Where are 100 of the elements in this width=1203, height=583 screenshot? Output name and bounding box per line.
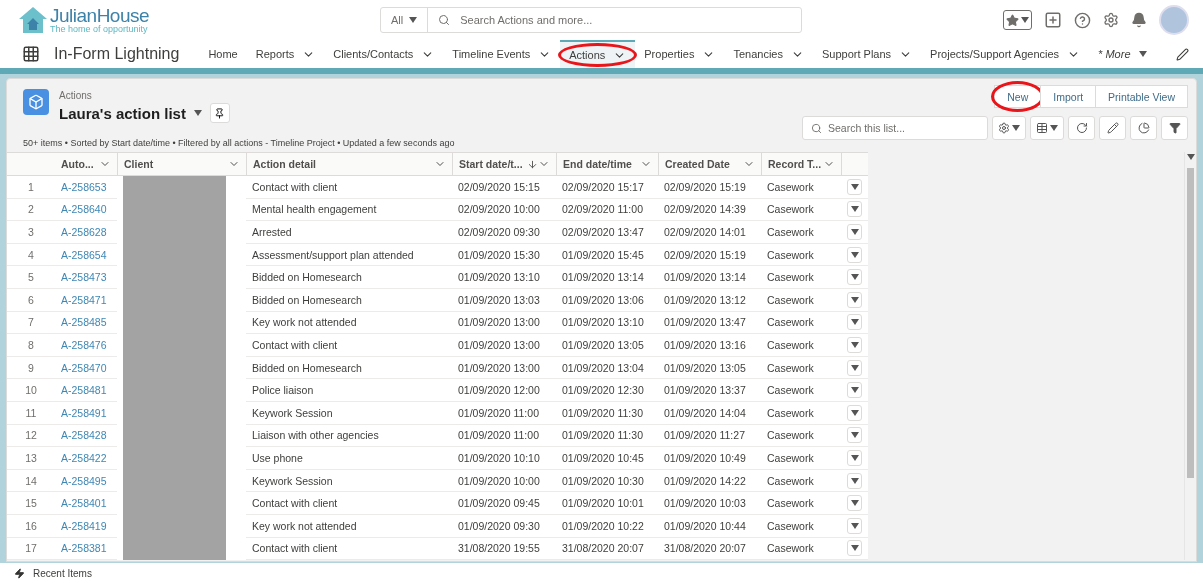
row-menu-button[interactable] <box>847 224 862 240</box>
caret-icon <box>193 110 202 116</box>
search-icon <box>438 14 451 26</box>
record-link[interactable]: A-258422 <box>61 451 107 464</box>
nav-tab[interactable]: Home <box>199 40 247 68</box>
edit-icon[interactable] <box>1176 47 1189 61</box>
record-link[interactable]: A-258428 <box>61 429 107 442</box>
object-label: Actions <box>59 90 92 101</box>
caret-icon <box>850 319 859 326</box>
table-cell: Casework <box>761 288 841 312</box>
filter-icon <box>1168 122 1181 134</box>
search-placeholder: Search this list... <box>828 122 906 134</box>
row-menu-button[interactable] <box>847 517 862 534</box>
more-menu[interactable]: * More <box>1089 48 1156 60</box>
global-search-field[interactable]: All Search Actions and more... <box>380 7 802 33</box>
scope-dropdown[interactable]: All <box>381 8 429 32</box>
row-menu-button[interactable] <box>847 472 862 489</box>
table-cell: 01/09/2020 13:05 <box>658 356 761 380</box>
nav-tab[interactable]: Reports <box>246 40 325 68</box>
add-icon[interactable] <box>1044 11 1062 29</box>
row-menu-button[interactable] <box>847 427 862 444</box>
table-cell: 01/09/2020 10:22 <box>556 514 658 538</box>
nav-tab[interactable]: Clients/Contacts <box>324 40 444 68</box>
table-cell: Casework <box>761 469 841 493</box>
row-menu-button[interactable] <box>847 359 862 376</box>
display-menu-button[interactable] <box>1030 116 1064 140</box>
column-header[interactable]: Created Date <box>658 152 761 176</box>
row-menu-button[interactable] <box>847 201 862 218</box>
row-menu-button[interactable] <box>847 336 862 353</box>
column-header[interactable]: Record T... <box>761 152 841 176</box>
nav-tab[interactable]: Support Plans <box>812 40 922 68</box>
action-button[interactable]: Printable View <box>1095 85 1188 108</box>
record-link[interactable]: A-258485 <box>61 316 107 329</box>
recent-items[interactable]: Recent Items <box>33 567 92 579</box>
nav-tab[interactable]: Actions <box>560 40 636 68</box>
scroll-thumb[interactable] <box>1187 168 1194 478</box>
caret-icon <box>1012 125 1020 131</box>
scrollbar[interactable] <box>1184 152 1196 561</box>
nav-tab[interactable]: Properties <box>635 40 725 68</box>
table-cell: 01/09/2020 15:45 <box>556 243 658 267</box>
nav-tab[interactable]: Timeline Events <box>443 40 561 68</box>
row-menu-button[interactable] <box>847 495 862 512</box>
chart-button[interactable] <box>1130 116 1157 140</box>
filter-button[interactable] <box>1161 116 1188 140</box>
record-link[interactable]: A-258640 <box>61 203 107 216</box>
row-menu-button[interactable] <box>847 291 862 308</box>
caret-icon <box>850 229 859 235</box>
row-menu-button[interactable] <box>847 404 862 421</box>
column-header[interactable]: Action detail <box>246 152 452 176</box>
object-icon <box>23 89 49 115</box>
row-menu-button[interactable] <box>847 314 862 331</box>
record-link[interactable]: A-258473 <box>61 271 107 284</box>
table-cell: Casework <box>761 492 841 515</box>
record-link[interactable]: A-258381 <box>61 542 107 555</box>
app-launcher-icon[interactable] <box>22 45 40 63</box>
bell-icon[interactable] <box>1131 12 1147 28</box>
table-cell: Keywork Session <box>246 469 452 493</box>
column-header[interactable]: End date/time <box>556 152 658 176</box>
nav-tab[interactable]: Tenancies <box>724 40 813 68</box>
brand-tagline: The home of opportunity <box>50 25 149 34</box>
row-menu-button[interactable] <box>847 178 862 195</box>
star-icon <box>1006 13 1019 27</box>
list-title[interactable]: Laura's action list <box>59 104 186 122</box>
help-icon[interactable] <box>1074 11 1091 29</box>
caret-icon <box>850 274 859 281</box>
table-cell: 01/09/2020 13:14 <box>658 266 761 289</box>
refresh-button[interactable] <box>1068 116 1095 140</box>
column-header[interactable]: Auto... <box>55 152 117 176</box>
record-link[interactable]: A-258476 <box>61 338 107 351</box>
record-link[interactable]: A-258481 <box>61 384 107 397</box>
action-button[interactable]: Import <box>1040 85 1097 108</box>
row-menu-button[interactable] <box>847 449 862 466</box>
table-cell: 01/09/2020 11:30 <box>556 401 658 425</box>
edit-button[interactable] <box>1099 116 1126 140</box>
nav-tab[interactable]: Projects/Support Agencies <box>921 40 1090 68</box>
record-link[interactable]: A-258470 <box>61 361 107 374</box>
record-link[interactable]: A-258401 <box>61 497 107 510</box>
record-link[interactable]: A-258495 <box>61 474 107 487</box>
row-menu-button[interactable] <box>847 382 862 399</box>
record-link[interactable]: A-258471 <box>61 293 107 306</box>
column-header[interactable]: Start date/t... <box>452 152 556 176</box>
row-menu-button[interactable] <box>847 540 862 557</box>
row-menu-button[interactable] <box>847 246 862 263</box>
column-header[interactable]: Client <box>117 152 246 176</box>
table-cell: 01/09/2020 13:05 <box>556 334 658 357</box>
record-link[interactable]: A-258419 <box>61 519 107 532</box>
caret-icon <box>1050 125 1058 131</box>
record-link[interactable]: A-258654 <box>61 248 107 261</box>
favorites-button[interactable] <box>1003 10 1032 30</box>
pin-button[interactable] <box>209 103 230 123</box>
record-link[interactable]: A-258491 <box>61 406 107 419</box>
record-link[interactable]: A-258628 <box>61 226 107 238</box>
settings-menu-button[interactable] <box>992 116 1026 140</box>
settings-icon[interactable] <box>1103 12 1119 28</box>
row-number: 9 <box>7 356 55 380</box>
record-link[interactable]: A-258653 <box>61 180 107 193</box>
list-search-field[interactable]: Search this list... <box>802 116 988 140</box>
table-cell: 01/09/2020 13:16 <box>658 334 761 357</box>
table-cell: 01/09/2020 10:10 <box>452 447 556 470</box>
row-menu-button[interactable] <box>847 269 862 286</box>
